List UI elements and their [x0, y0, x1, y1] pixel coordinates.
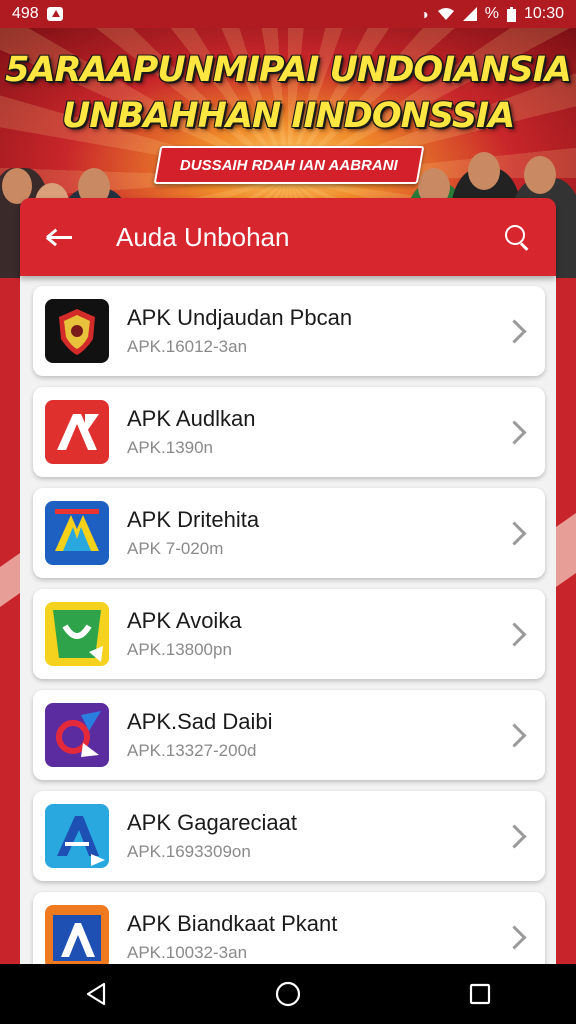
- chevron-right-icon: [502, 823, 527, 849]
- red-a-icon: [45, 400, 109, 464]
- chevron-right-icon: [502, 621, 527, 647]
- app-name: APK Gagareciaat: [127, 809, 297, 835]
- list-item-text: APK Gagareciaat APK.1693309on: [127, 810, 506, 862]
- square-recents-icon: [469, 983, 491, 1005]
- chevron-right-icon: [502, 722, 527, 748]
- search-icon[interactable]: [502, 222, 532, 252]
- status-left-text: 498: [12, 5, 39, 22]
- banner-ribbon: DUSSAIH RDAH IAN AABRANI: [153, 146, 425, 184]
- circle-home-icon: [275, 981, 301, 1007]
- list-item[interactable]: APK Undjaudan Pbcan APK.16012-3an: [33, 286, 545, 376]
- app-bar: Auda Unbohan: [20, 198, 556, 276]
- list-item[interactable]: APK Avoika APK.13800pn: [33, 589, 545, 679]
- list-item-text: APK Audlkan APK.1390n: [127, 406, 506, 458]
- list-item-text: APK Undjaudan Pbcan APK.16012-3an: [127, 305, 506, 357]
- app-subtitle: APK.13327-200d: [127, 741, 257, 761]
- purple-star-icon: [45, 703, 109, 767]
- wifi-icon: [437, 8, 454, 20]
- app-name: APK Avoika: [127, 607, 242, 633]
- app-name: APK Undjaudan Pbcan: [127, 304, 353, 330]
- list-item[interactable]: APK.Sad Daibi APK.13327-200d: [33, 690, 545, 780]
- blue-book-icon: [45, 501, 109, 565]
- battery-icon: [506, 6, 516, 22]
- app-subtitle: APK 7-020m: [127, 539, 224, 559]
- left-stripe: [0, 552, 20, 608]
- signal-icon: [462, 7, 477, 21]
- banner-title-line2: UNBAHHAN IINDONSSIA: [61, 96, 515, 136]
- list-item-text: APK Biandkaat Pkant APK.10032-3an: [127, 911, 506, 963]
- page-title: Auda Unbohan: [116, 221, 290, 252]
- banner-ribbon-text: DUSSAIH RDAH IAN AABRANI: [180, 156, 398, 174]
- list-item[interactable]: APK Biandkaat Pkant APK.10032-3an: [33, 892, 545, 964]
- nav-back-button[interactable]: [76, 974, 116, 1014]
- app-subtitle: APK.1693309on: [127, 842, 251, 862]
- vibrate-icon: ◑: [420, 6, 429, 22]
- app-name: APK Biandkaat Pkant: [127, 910, 338, 936]
- notification-icon: [46, 7, 63, 21]
- list-item[interactable]: APK Gagareciaat APK.1693309on: [33, 791, 545, 881]
- nav-recents-button[interactable]: [460, 974, 500, 1014]
- list-item-text: APK Avoika APK.13800pn: [127, 608, 506, 660]
- app-name: APK.Sad Daibi: [127, 708, 273, 734]
- app-subtitle: APK.10032-3an: [127, 943, 248, 963]
- chevron-right-icon: [502, 318, 527, 344]
- battery-percent: %: [484, 5, 499, 22]
- green-flag-icon: [45, 602, 109, 666]
- app-subtitle: APK.16012-3an: [127, 337, 248, 357]
- system-nav-bar: [0, 964, 576, 1024]
- status-bar: 498 ◑ % 10:30: [0, 0, 576, 28]
- list-item-text: APK Dritehita APK 7-020m: [127, 507, 506, 559]
- app-subtitle: APK.13800pn: [127, 640, 232, 660]
- app-list[interactable]: APK Undjaudan Pbcan APK.16012-3an APK Au…: [20, 276, 556, 964]
- orange-a-icon: [45, 905, 109, 964]
- back-arrow-icon[interactable]: [44, 221, 76, 253]
- cyan-a-icon: [45, 804, 109, 868]
- status-left: 498: [12, 5, 63, 23]
- app-subtitle: APK.1390n: [127, 438, 214, 458]
- banner-title-line1: 5ARAAPUNMIPAI UNDOIANSIA: [5, 50, 572, 90]
- list-item[interactable]: APK Audlkan APK.1390n: [33, 387, 545, 477]
- emblem-shield-icon: [45, 299, 109, 363]
- nav-home-button[interactable]: [268, 974, 308, 1014]
- chevron-right-icon: [502, 520, 527, 546]
- right-stripe: [556, 512, 576, 588]
- app-name: APK Dritehita: [127, 506, 260, 532]
- triangle-back-icon: [86, 982, 106, 1006]
- chevron-right-icon: [502, 924, 527, 950]
- list-item-text: APK.Sad Daibi APK.13327-200d: [127, 709, 506, 761]
- status-right: ◑ % 10:30: [420, 5, 564, 23]
- list-item[interactable]: APK Dritehita APK 7-020m: [33, 488, 545, 578]
- app-name: APK Audlkan: [127, 405, 256, 431]
- clock: 10:30: [523, 5, 564, 22]
- chevron-right-icon: [502, 419, 527, 445]
